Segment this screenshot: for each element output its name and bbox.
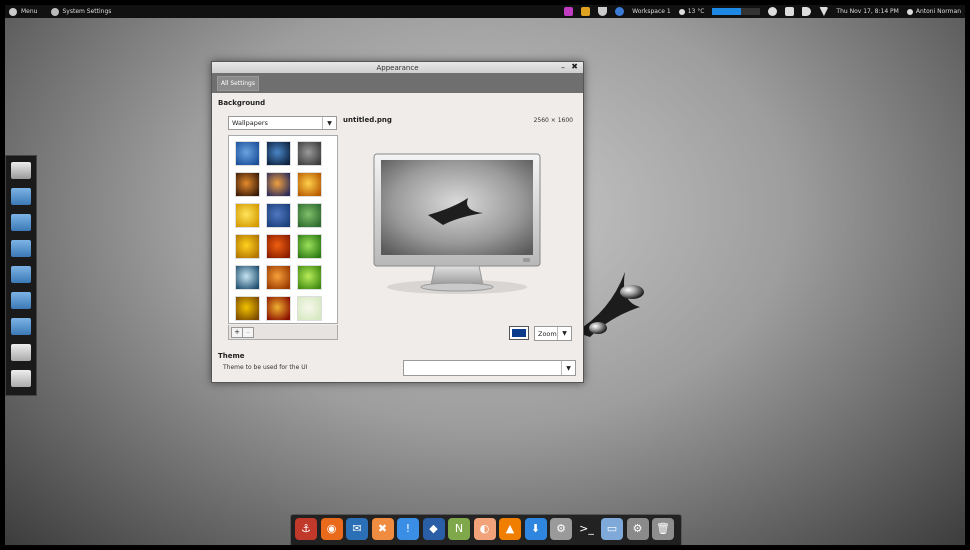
wallpaper-thumbnail-dark-abstract[interactable] (297, 141, 322, 166)
workspace-switcher[interactable]: Workspace 1 (632, 5, 671, 18)
left-dock (5, 155, 37, 396)
bottom-dock: ⚓ ◉ ✉ ✖! ◆ N ◐ ▲ ⬇ ⚙ >_ ▭ ⚙ 🗑 (290, 514, 682, 547)
background-color-button[interactable] (509, 326, 529, 340)
weather-temp: 13 °C (687, 8, 705, 15)
all-settings-button[interactable]: All Settings (217, 75, 259, 91)
chevron-down-icon: ▼ (322, 117, 336, 129)
close-button[interactable]: ✖ (571, 62, 578, 71)
appearance-window: Appearance – ✖ All Settings Background W… (211, 61, 584, 383)
wallpaper-filename: untitled.png (343, 116, 392, 124)
chevron-down-icon: ▼ (557, 327, 571, 340)
menu-label: Menu (21, 8, 38, 15)
dock-system-settings-icon[interactable]: ⚙ (626, 518, 649, 540)
active-app[interactable]: System Settings (51, 5, 111, 18)
dock-tomboy-icon[interactable]: ◐ (473, 518, 496, 540)
shield-tray-icon[interactable] (598, 7, 608, 16)
wallpaper-thumbnail-yellow-flower[interactable] (235, 234, 260, 259)
dock-window-icon[interactable]: ▭ (601, 518, 623, 540)
background-label: Background (218, 99, 266, 107)
dock-drop-icon[interactable]: ◆ (422, 518, 445, 540)
wallpaper-thumbnail-gold-sunrise[interactable] (297, 172, 322, 197)
theme-label: Theme (218, 352, 245, 360)
wallpaper-thumbnail-green-grass[interactable] (297, 234, 322, 259)
window-title: Appearance (376, 63, 419, 72)
dock-documents-icon[interactable] (11, 214, 31, 231)
wallpaper-thumbnail-water-drop[interactable] (235, 265, 260, 290)
wifi-icon[interactable] (819, 7, 829, 16)
top-panel: Menu System Settings Workspace 1 13 °C T… (5, 5, 965, 18)
wallpaper-thumbnail-sunset[interactable] (235, 172, 260, 197)
color-swatch-fill (512, 329, 526, 337)
wallpaper-thumbnail-pale-leaf[interactable] (297, 296, 322, 321)
distro-logo-icon (9, 7, 17, 16)
wallpaper-thumbnail-autumn[interactable] (266, 265, 291, 290)
wallpaper-preview-monitor (373, 153, 541, 294)
dock-settings-icon[interactable]: ⚙ (550, 518, 572, 540)
remove-wallpaper-button[interactable]: – (242, 327, 254, 338)
menu-button[interactable]: Menu (5, 5, 41, 18)
network-tray-icon[interactable] (768, 7, 778, 16)
tools-tray-icon[interactable] (581, 7, 591, 16)
clock[interactable]: Thu Nov 17, 8:14 PM (836, 5, 898, 18)
dock-downloads-icon[interactable] (11, 318, 31, 335)
dock-xchat-icon[interactable]: ✖ (371, 518, 394, 540)
battery-meter[interactable] (712, 8, 761, 15)
wallpaper-thumbnail-green-leaf[interactable] (297, 265, 322, 290)
active-app-label: System Settings (62, 8, 112, 15)
screenshot-tray-icon[interactable] (564, 7, 574, 16)
theme-description: Theme to be used for the UI (223, 364, 308, 371)
chevron-down-icon: ▼ (561, 361, 575, 375)
dock-firefox-icon[interactable]: ◉ (320, 518, 343, 540)
gallery-toolbar: + – (228, 325, 338, 340)
user-name: Antoni Norman (915, 8, 961, 15)
dock-vlc-icon[interactable]: ▲ (499, 518, 521, 540)
zoom-select[interactable]: Zoom ▼ (534, 326, 572, 341)
thunderbird-tray-icon[interactable] (615, 7, 625, 16)
dock-thunderbird-icon[interactable]: ✉ (346, 518, 368, 540)
dock-downloader-icon[interactable]: ⬇ (524, 518, 547, 540)
user-icon (906, 8, 913, 15)
wallpaper-resolution: 2560 × 1600 (533, 117, 573, 124)
dock-videos-icon[interactable] (11, 292, 31, 309)
wallpaper-gallery (228, 135, 338, 324)
minimize-button[interactable]: – (561, 63, 565, 72)
battery-fill (712, 8, 742, 15)
dock-music-icon[interactable] (11, 240, 31, 257)
wallpaper-thumbnail-red-petals[interactable] (266, 296, 291, 321)
user-menu[interactable]: Antoni Norman (906, 5, 961, 18)
system-tray: Workspace 1 13 °C Thu Nov 17, 8:14 PM An… (564, 5, 961, 18)
dock-terminal-icon[interactable]: >_ (575, 518, 598, 540)
settings-toolbar: All Settings (212, 73, 583, 93)
wallpaper-thumbnail-green-texture[interactable] (297, 203, 322, 228)
window-titlebar[interactable]: Appearance – ✖ (212, 62, 583, 73)
dock-drive-icon[interactable] (11, 370, 31, 387)
gear-icon (51, 7, 60, 16)
dock-trash-icon[interactable]: 🗑 (652, 518, 674, 540)
wallpaper-thumbnail-sunflower[interactable] (235, 296, 260, 321)
dock-anchor-icon[interactable]: ⚓ (295, 518, 317, 540)
wallpaper-thumbnail-blue-texture[interactable] (266, 203, 291, 228)
wallpaper-source-value: Wallpapers (232, 119, 268, 127)
weather-icon (678, 8, 685, 15)
volume-icon[interactable] (802, 7, 812, 16)
dock-home-folder-icon[interactable] (11, 188, 31, 205)
dock-pictures-icon[interactable] (11, 266, 31, 283)
wallpaper-thumbnail-orange-sky[interactable] (266, 172, 291, 197)
wallpaper-thumbnail-yellow-glow[interactable] (235, 203, 260, 228)
dock-news-icon[interactable]: N (448, 518, 470, 540)
wallpaper-source-select[interactable]: Wallpapers ▼ (228, 116, 337, 130)
wallpaper-thumbnail-earth[interactable] (266, 141, 291, 166)
zoom-select-value: Zoom (538, 329, 557, 338)
theme-select[interactable]: ▼ (403, 360, 576, 376)
clipboard-tray-icon[interactable] (785, 7, 795, 16)
dock-pidgin-icon[interactable]: ! (397, 518, 419, 540)
wallpaper-thumbnail-blue-rays[interactable] (235, 141, 260, 166)
dock-monitor-icon[interactable] (11, 162, 31, 179)
dock-usb-icon[interactable] (11, 344, 31, 361)
weather-indicator[interactable]: 13 °C (678, 5, 705, 18)
wallpaper-thumbnail-red-flower[interactable] (266, 234, 291, 259)
